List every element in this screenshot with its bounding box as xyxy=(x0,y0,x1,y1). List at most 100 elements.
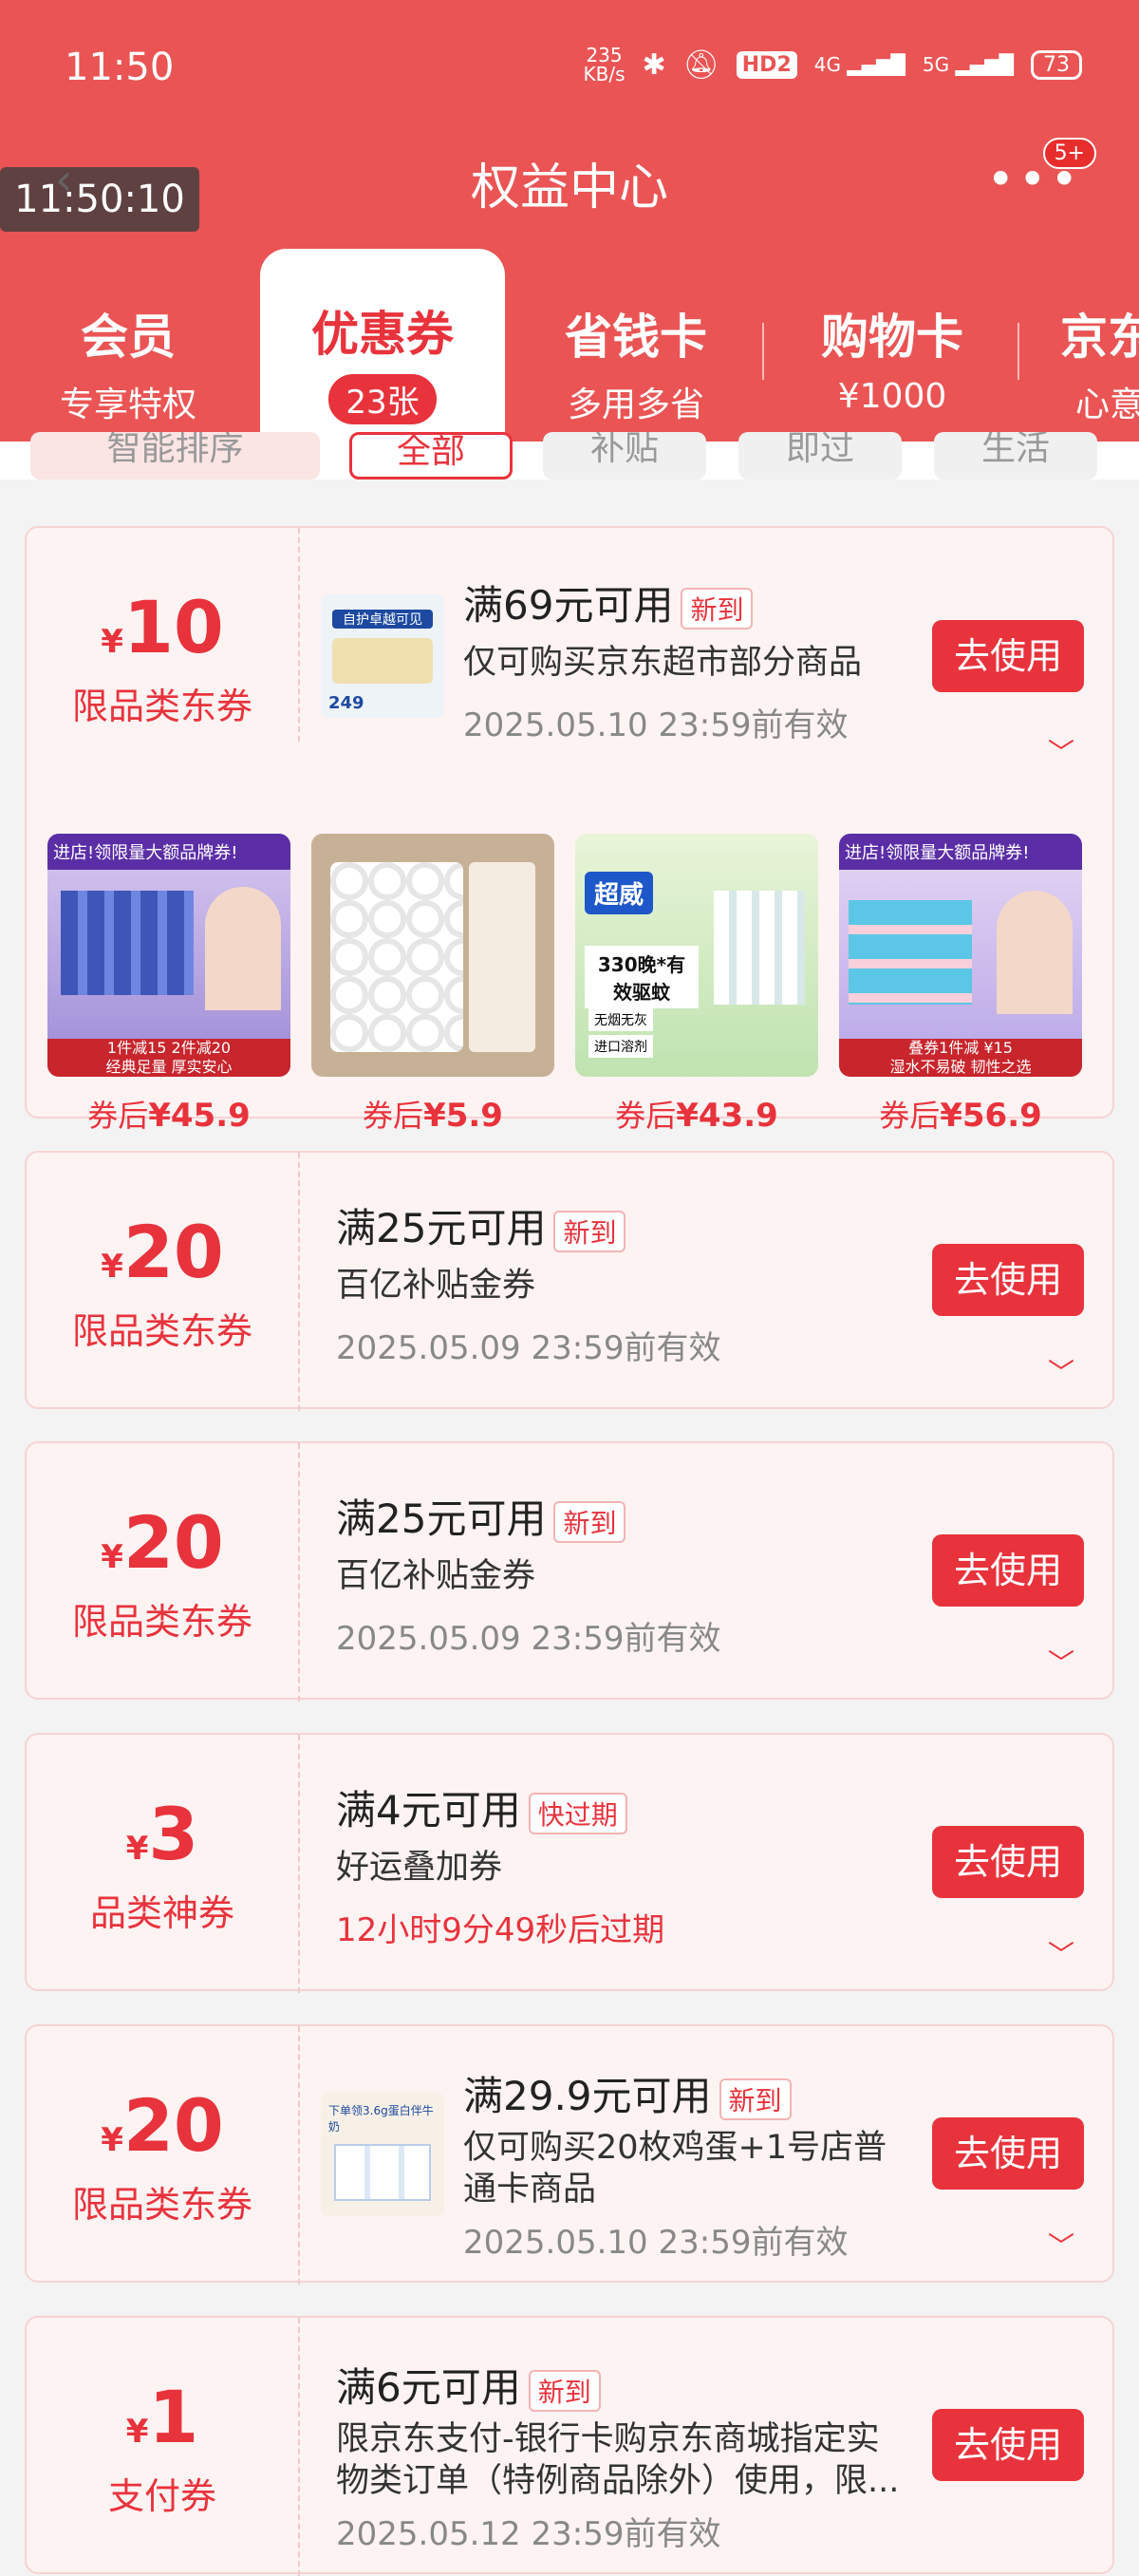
product-item[interactable]: 券后¥5.9 xyxy=(311,834,554,1136)
coupon-amount: 1 xyxy=(148,2375,199,2459)
chevron-down-icon[interactable]: ﹀ xyxy=(1048,2226,1074,2264)
use-coupon-button[interactable]: 去使用 xyxy=(932,1826,1084,1898)
product-item[interactable]: 超威 330晚*有效驱蚊 无烟无灰 进口溶剂 券后¥43.9 xyxy=(575,834,818,1136)
coupon-divider xyxy=(298,1153,300,1411)
coupon-category: 限品类东券 xyxy=(71,1310,252,1352)
coupon-list: ¥10 限品类东券 自护卓越可见 249 满69元可用 新到 仅可购买京东超市部分… xyxy=(0,479,1139,2576)
network-speed: 235 KB/s xyxy=(583,44,626,85)
status-icons: 235 KB/s ✱ 🔕︎ HD2 4G ▂▄▆█ 5G ▂▄▆█ 73 xyxy=(584,46,1082,84)
coupon-validity: 2025.05.09 23:59前有效 xyxy=(336,1329,721,1367)
coupon-divider xyxy=(298,2026,300,2285)
chevron-down-icon[interactable]: ﹀ xyxy=(1048,1643,1074,1681)
coupon-divider xyxy=(298,528,300,742)
coupon-validity: 2025.05.12 23:59前有效 xyxy=(336,2515,721,2553)
coupon-category: 限品类东券 xyxy=(71,2184,252,2226)
coupon-condition: 满69元可用 新到 xyxy=(463,573,754,631)
product-image: 进店!领限量大额品牌券! 叠券1件减 ¥15 湿水不易破 韧性之选 xyxy=(839,834,1082,1077)
coupon-amount: 20 xyxy=(122,2083,224,2168)
tab-member[interactable]: 会员 专享特权 xyxy=(0,252,256,442)
tab-coupons[interactable]: 优惠券 23张 xyxy=(260,249,505,443)
filter-smart-sort[interactable]: 智能排序 xyxy=(30,432,320,479)
coupon-product-thumbnail: 下单领3.6g蛋白伴牛奶 xyxy=(321,2093,444,2216)
mute-icon: 🔕︎ xyxy=(682,47,719,82)
product-price: 券后¥5.9 xyxy=(363,1097,503,1135)
filter-subsidy[interactable]: 补贴 xyxy=(543,432,706,479)
new-tag: 新到 xyxy=(553,1500,626,1543)
product-image: 进店!领限量大额品牌券! 1件减15 2件减20 经典足量 厚实安心 xyxy=(47,834,290,1077)
tab-title: 京东 xyxy=(1060,310,1139,365)
coupon-amount: 20 xyxy=(122,1500,224,1585)
chevron-down-icon[interactable]: ﹀ xyxy=(1048,732,1074,770)
product-price: 券后¥56.9 xyxy=(879,1097,1042,1135)
coupon-condition: 满4元可用 快过期 xyxy=(336,1778,627,1836)
use-coupon-button[interactable]: 去使用 xyxy=(932,2409,1084,2481)
product-item[interactable]: 进店!领限量大额品牌券! 1件减15 2件减20 经典足量 厚实安心 券后¥45.… xyxy=(47,834,290,1136)
coupon-condition: 满29.9元可用 新到 xyxy=(463,2064,792,2122)
coupon-category: 品类神券 xyxy=(89,1892,234,1934)
status-time: 11:50 xyxy=(65,46,175,89)
coupon-amount: 3 xyxy=(148,1792,199,1876)
product-item[interactable]: 进店!领限量大额品牌券! 叠券1件减 ¥15 湿水不易破 韧性之选 券后¥56.9 xyxy=(839,834,1082,1136)
coupon-card: ¥1 支付券 满6元可用 新到 限京东支付-银行卡购京东商城指定实 物类订单（特例商… xyxy=(25,2316,1114,2576)
product-image: 超威 330晚*有效驱蚊 无烟无灰 进口溶剂 xyxy=(575,834,818,1077)
tab-savings-card[interactable]: 省钱卡 多用多省 xyxy=(508,252,764,442)
tab-title: 省钱卡 xyxy=(565,310,707,365)
filter-life[interactable]: 生活 xyxy=(934,432,1097,479)
new-tag: 新到 xyxy=(719,2078,792,2120)
bluetooth-icon: ✱ xyxy=(642,47,666,82)
use-coupon-button[interactable]: 去使用 xyxy=(932,620,1084,692)
overlay-clock: 11:50:10 xyxy=(0,167,199,232)
product-price: 券后¥45.9 xyxy=(87,1097,251,1135)
tab-subtitle: ¥1000 xyxy=(837,377,947,416)
coupon-card: ¥20 限品类东券 满25元可用 新到 百亿补贴金券 2025.05.09 23:… xyxy=(25,1151,1114,1411)
use-coupon-button[interactable]: 去使用 xyxy=(932,2117,1084,2190)
coupon-amount: 10 xyxy=(122,585,224,669)
coupon-category: 支付券 xyxy=(107,2475,216,2517)
coupon-value: ¥10 限品类东券 xyxy=(27,585,298,729)
tab-subtitle: 多用多省 xyxy=(567,385,704,424)
coupon-description: 仅可购买京东超市部分商品 xyxy=(463,644,863,682)
use-coupon-button[interactable]: 去使用 xyxy=(932,1534,1084,1607)
tab-shopping-card[interactable]: 购物卡 ¥1000 xyxy=(764,252,1020,442)
filter-all[interactable]: 全部 xyxy=(349,432,513,479)
coupon-card: ¥20 限品类东券 满25元可用 新到 百亿补贴金券 2025.05.09 23:… xyxy=(25,1441,1114,1702)
coupon-description: 好运叠加券 xyxy=(336,1849,503,1887)
use-coupon-button[interactable]: 去使用 xyxy=(932,1244,1084,1316)
coupon-value: ¥20 限品类东券 xyxy=(27,1500,298,1645)
coupon-card: ¥3 品类神券 满4元可用 快过期 好运叠加券 12小时9分49秒后过期 去使用 … xyxy=(25,1733,1114,1993)
coupon-value: ¥20 限品类东券 xyxy=(27,1210,298,1354)
coupon-condition: 满25元可用 新到 xyxy=(336,1196,626,1254)
new-tag: 新到 xyxy=(528,2369,601,2412)
status-bar: 11:50 235 KB/s ✱ 🔕︎ HD2 4G ▂▄▆█ 5G ▂▄▆█ … xyxy=(0,0,1139,142)
expiring-tag: 快过期 xyxy=(528,1792,627,1834)
hd-icon: HD2 xyxy=(736,50,797,79)
product-image xyxy=(311,834,554,1077)
coupon-condition: 满6元可用 新到 xyxy=(336,2356,601,2414)
coupon-validity: 2025.05.10 23:59前有效 xyxy=(463,706,849,744)
tab-title: 优惠券 xyxy=(311,307,454,362)
filter-expiring[interactable]: 即过 xyxy=(738,432,902,479)
signal-5g-icon: 5G ▂▄▆█ xyxy=(922,53,1014,76)
tab-divider xyxy=(762,323,764,380)
coupon-divider xyxy=(298,2318,300,2576)
coupon-divider xyxy=(298,1443,300,1702)
tab-subtitle: 专享特权 xyxy=(59,385,196,424)
new-tag: 新到 xyxy=(553,1210,626,1252)
chevron-down-icon[interactable]: ﹀ xyxy=(1048,1352,1074,1390)
signal-4g-icon: 4G ▂▄▆█ xyxy=(813,53,906,76)
tab-divider xyxy=(1018,323,1019,380)
coupon-category: 限品类东券 xyxy=(71,1601,252,1643)
coupon-description: 百亿补贴金券 xyxy=(336,1267,536,1305)
tab-jd-gift[interactable]: 京东 心意 xyxy=(1020,252,1139,442)
coupon-condition: 满25元可用 新到 xyxy=(336,1487,626,1545)
coupon-description: 限京东支付-银行卡购京东商城指定实 物类订单（特例商品除外）使用，限... xyxy=(336,2420,900,2500)
new-tag: 新到 xyxy=(681,587,754,630)
coupon-description: 百亿补贴金券 xyxy=(336,1557,536,1595)
coupon-category: 限品类东券 xyxy=(71,686,252,727)
chevron-down-icon[interactable]: ﹀ xyxy=(1048,1934,1074,1972)
coupon-validity: 2025.05.10 23:59前有效 xyxy=(463,2224,849,2262)
coupon-amount: 20 xyxy=(122,1210,224,1294)
coupon-value: ¥20 限品类东券 xyxy=(27,2083,298,2228)
battery-icon: 73 xyxy=(1031,49,1082,80)
notification-badge: 5+ xyxy=(1042,138,1096,169)
